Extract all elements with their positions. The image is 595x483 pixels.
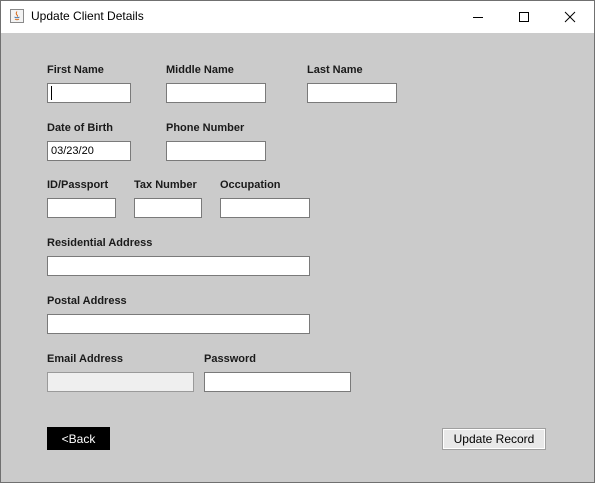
date-of-birth-field[interactable] bbox=[47, 141, 131, 161]
close-icon bbox=[564, 11, 576, 23]
update-record-button[interactable]: Update Record bbox=[442, 428, 546, 450]
middle-name-label: Middle Name bbox=[166, 64, 234, 76]
minimize-icon bbox=[473, 17, 483, 18]
first-name-label: First Name bbox=[47, 64, 104, 76]
residential-address-field[interactable] bbox=[47, 256, 310, 276]
middle-name-field[interactable] bbox=[166, 83, 266, 103]
title-bar[interactable]: Update Client Details bbox=[1, 1, 594, 33]
password-label: Password bbox=[204, 353, 256, 365]
phone-number-field[interactable] bbox=[166, 141, 266, 161]
java-app-icon bbox=[10, 9, 24, 23]
residential-address-label: Residential Address bbox=[47, 237, 153, 249]
maximize-icon bbox=[519, 12, 529, 22]
postal-address-label: Postal Address bbox=[47, 295, 127, 307]
email-address-field bbox=[47, 372, 194, 392]
close-button[interactable] bbox=[547, 1, 593, 33]
text-caret bbox=[51, 86, 52, 100]
last-name-label: Last Name bbox=[307, 64, 363, 76]
first-name-field[interactable] bbox=[47, 83, 131, 103]
last-name-field[interactable] bbox=[307, 83, 397, 103]
phone-number-label: Phone Number bbox=[166, 122, 245, 134]
tax-number-label: Tax Number bbox=[134, 179, 197, 191]
occupation-field[interactable] bbox=[220, 198, 310, 218]
email-address-label: Email Address bbox=[47, 353, 124, 365]
minimize-button[interactable] bbox=[455, 1, 501, 33]
postal-address-field[interactable] bbox=[47, 314, 310, 334]
tax-number-field[interactable] bbox=[134, 198, 202, 218]
id-passport-label: ID/Passport bbox=[47, 179, 109, 191]
maximize-button[interactable] bbox=[501, 1, 547, 33]
password-field[interactable] bbox=[204, 372, 351, 392]
date-of-birth-label: Date of Birth bbox=[47, 122, 113, 134]
window-title: Update Client Details bbox=[31, 9, 144, 23]
occupation-label: Occupation bbox=[220, 179, 281, 191]
back-button[interactable]: <Back bbox=[47, 427, 110, 450]
update-client-window: Update Client Details First Name Middle … bbox=[0, 0, 595, 483]
id-passport-field[interactable] bbox=[47, 198, 116, 218]
